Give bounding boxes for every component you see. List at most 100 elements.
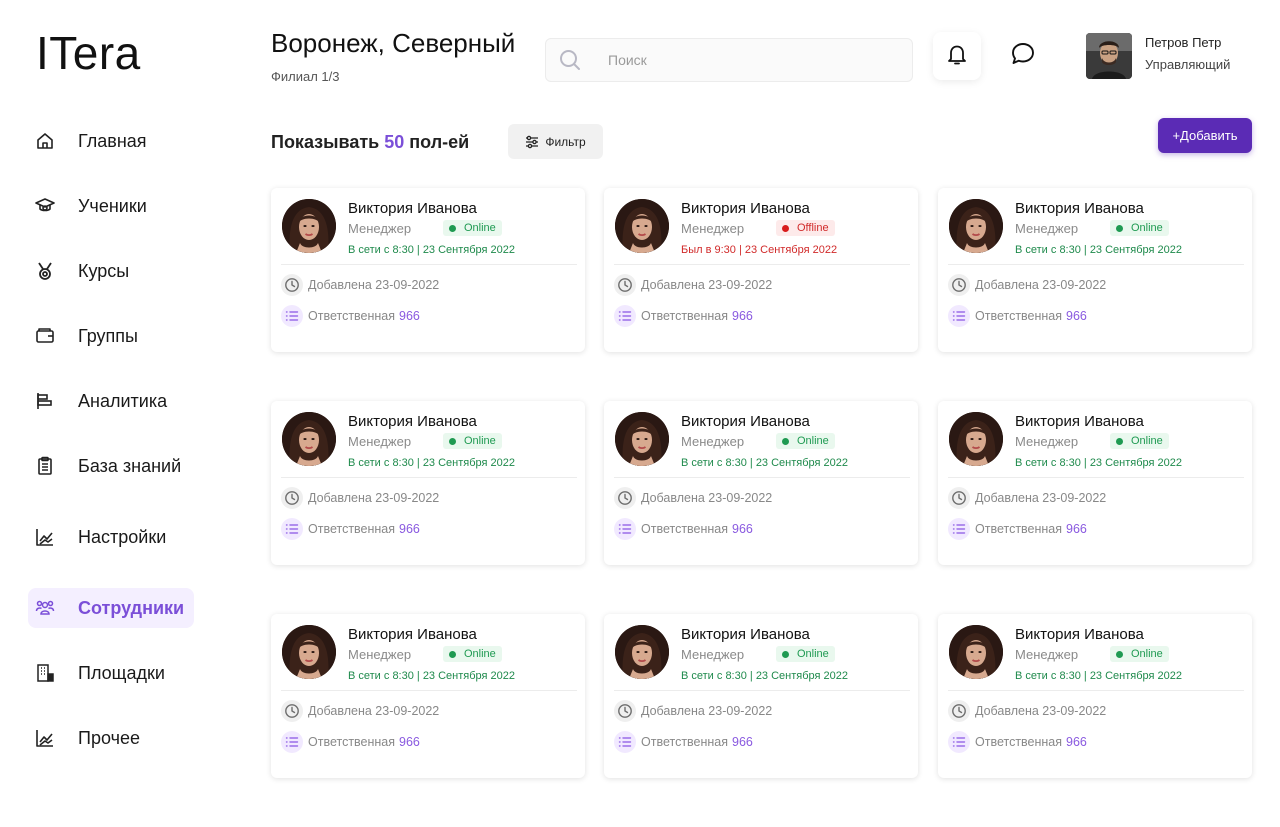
sidebar-item-employees[interactable]: Сотрудники <box>28 588 194 628</box>
responsible-value[interactable]: 966 <box>1066 309 1087 323</box>
added-date-row: Добавлена 23-09-2022 <box>614 700 772 722</box>
last-seen-text: В сети с 8:30 | 23 Сентября 2022 <box>681 457 849 469</box>
sidebar-item-settings[interactable]: Настройки <box>28 517 194 557</box>
page-size-count[interactable]: 50 <box>384 132 404 152</box>
employee-name: Виктория Иванова <box>1015 626 1144 643</box>
status-label: Online <box>464 435 496 447</box>
responsible-value[interactable]: 966 <box>732 309 753 323</box>
sidebar-item-groups[interactable]: Группы <box>28 316 194 356</box>
status-label: Online <box>1131 222 1163 234</box>
messages-button[interactable] <box>1001 32 1045 80</box>
last-seen-text: В сети с 8:30 | 23 Сентября 2022 <box>348 670 516 682</box>
page-title: Воронеж, Северный <box>271 28 516 58</box>
added-date-text: Добавлена 23-09-2022 <box>641 704 773 718</box>
sidebar-item-label: Главная <box>78 130 147 151</box>
card-divider <box>281 477 577 478</box>
employee-avatar <box>282 412 336 466</box>
status-badge: Online <box>1110 433 1169 449</box>
responsible-label: Ответственная <box>975 309 1063 323</box>
responsible-row: Ответственная 966 <box>948 731 1087 753</box>
sidebar-item-venues[interactable]: Площадки <box>28 653 194 693</box>
employee-name: Виктория Иванова <box>1015 200 1144 217</box>
sidebar-item-home[interactable]: Главная <box>28 121 194 161</box>
status-label: Online <box>1131 435 1163 447</box>
sidebar-item-label: Прочее <box>78 727 140 748</box>
sidebar-item-label: Ученики <box>78 195 147 216</box>
responsible-label: Ответственная <box>641 522 729 536</box>
card-divider <box>281 690 577 691</box>
responsible-value[interactable]: 966 <box>1066 522 1087 536</box>
sidebar-item-label: Сотрудники <box>78 597 185 618</box>
status-badge: Online <box>443 433 502 449</box>
employee-card[interactable]: Виктория Иванова Менеджер Online В сети с 8… <box>271 188 585 352</box>
employee-avatar <box>949 199 1003 253</box>
employee-card[interactable]: Виктория Иванова Менеджер Online В сети с 8… <box>604 614 918 778</box>
sidebar-item-label: Аналитика <box>78 390 168 411</box>
medal-icon <box>34 260 56 282</box>
status-dot-icon <box>782 650 789 658</box>
responsible-label: Ответственная <box>641 309 729 323</box>
employee-role: Менеджер <box>1015 434 1079 449</box>
responsible-value[interactable]: 966 <box>1066 735 1087 749</box>
clock-icon <box>614 487 636 509</box>
responsible-row: Ответственная 966 <box>281 518 420 540</box>
employee-card[interactable]: Виктория Иванова Менеджер Online В сети с 8… <box>271 401 585 565</box>
employee-card[interactable]: Виктория Иванова Менеджер Offline Был в 9:3… <box>604 188 918 352</box>
employee-role: Менеджер <box>681 221 745 236</box>
clock-icon <box>948 700 970 722</box>
sidebar-item-other[interactable]: Прочее <box>28 718 194 758</box>
sidebar-item-knowledge-base[interactable]: База знаний <box>28 446 194 486</box>
responsible-value[interactable]: 966 <box>399 522 420 536</box>
list-icon <box>948 305 970 327</box>
sidebar-item-students[interactable]: Ученики <box>28 186 194 226</box>
responsible-row: Ответственная 966 <box>948 518 1087 540</box>
employee-card[interactable]: Виктория Иванова Менеджер Online В сети с 8… <box>938 614 1252 778</box>
list-icon <box>614 731 636 753</box>
employee-card[interactable]: Виктория Иванова Менеджер Online В сети с 8… <box>938 401 1252 565</box>
employee-avatar <box>615 199 669 253</box>
search-box[interactable] <box>545 38 913 82</box>
added-date-row: Добавлена 23-09-2022 <box>948 487 1106 509</box>
responsible-value[interactable]: 966 <box>732 522 753 536</box>
employee-card[interactable]: Виктория Иванова Менеджер Online В сети с 8… <box>271 614 585 778</box>
employee-name: Виктория Иванова <box>681 413 810 430</box>
employee-avatar <box>282 199 336 253</box>
employee-role: Менеджер <box>1015 221 1079 236</box>
list-icon <box>614 305 636 327</box>
employee-avatar <box>949 412 1003 466</box>
notifications-button[interactable] <box>933 32 981 80</box>
building-icon <box>34 662 56 684</box>
employee-avatar <box>949 625 1003 679</box>
responsible-value[interactable]: 966 <box>399 309 420 323</box>
employee-avatar <box>615 625 669 679</box>
user-role: Управляющий <box>1145 57 1231 72</box>
sidebar-item-courses[interactable]: Курсы <box>28 251 194 291</box>
clock-icon <box>281 700 303 722</box>
responsible-row: Ответственная 966 <box>614 305 753 327</box>
card-divider <box>948 264 1244 265</box>
filter-button[interactable]: Фильтр <box>508 124 603 159</box>
added-date-row: Добавлена 23-09-2022 <box>281 700 439 722</box>
sidebar-item-analytics[interactable]: Аналитика <box>28 381 194 421</box>
status-badge: Online <box>443 646 502 662</box>
employee-card[interactable]: Виктория Иванова Менеджер Online В сети с 8… <box>938 188 1252 352</box>
responsible-label: Ответственная <box>975 735 1063 749</box>
line-chart-icon <box>34 526 56 548</box>
added-date-text: Добавлена 23-09-2022 <box>308 278 440 292</box>
status-dot-icon <box>1116 437 1123 445</box>
responsible-value[interactable]: 966 <box>399 735 420 749</box>
employee-role: Менеджер <box>1015 647 1079 662</box>
page-size-label: Показывать 50 пол-ей <box>271 132 469 153</box>
search-input[interactable] <box>608 52 888 68</box>
status-dot-icon <box>1116 224 1123 232</box>
status-badge: Online <box>443 220 502 236</box>
user-avatar[interactable] <box>1086 33 1132 79</box>
add-employee-button[interactable]: +Добавить <box>1158 118 1252 153</box>
responsible-row: Ответственная 966 <box>614 518 753 540</box>
app-logo: ITera <box>36 27 141 79</box>
search-icon <box>558 48 582 72</box>
responsible-value[interactable]: 966 <box>732 735 753 749</box>
employee-card[interactable]: Виктория Иванова Менеджер Online В сети с 8… <box>604 401 918 565</box>
sidebar-item-label: Настройки <box>78 526 167 547</box>
employee-role: Менеджер <box>348 647 412 662</box>
